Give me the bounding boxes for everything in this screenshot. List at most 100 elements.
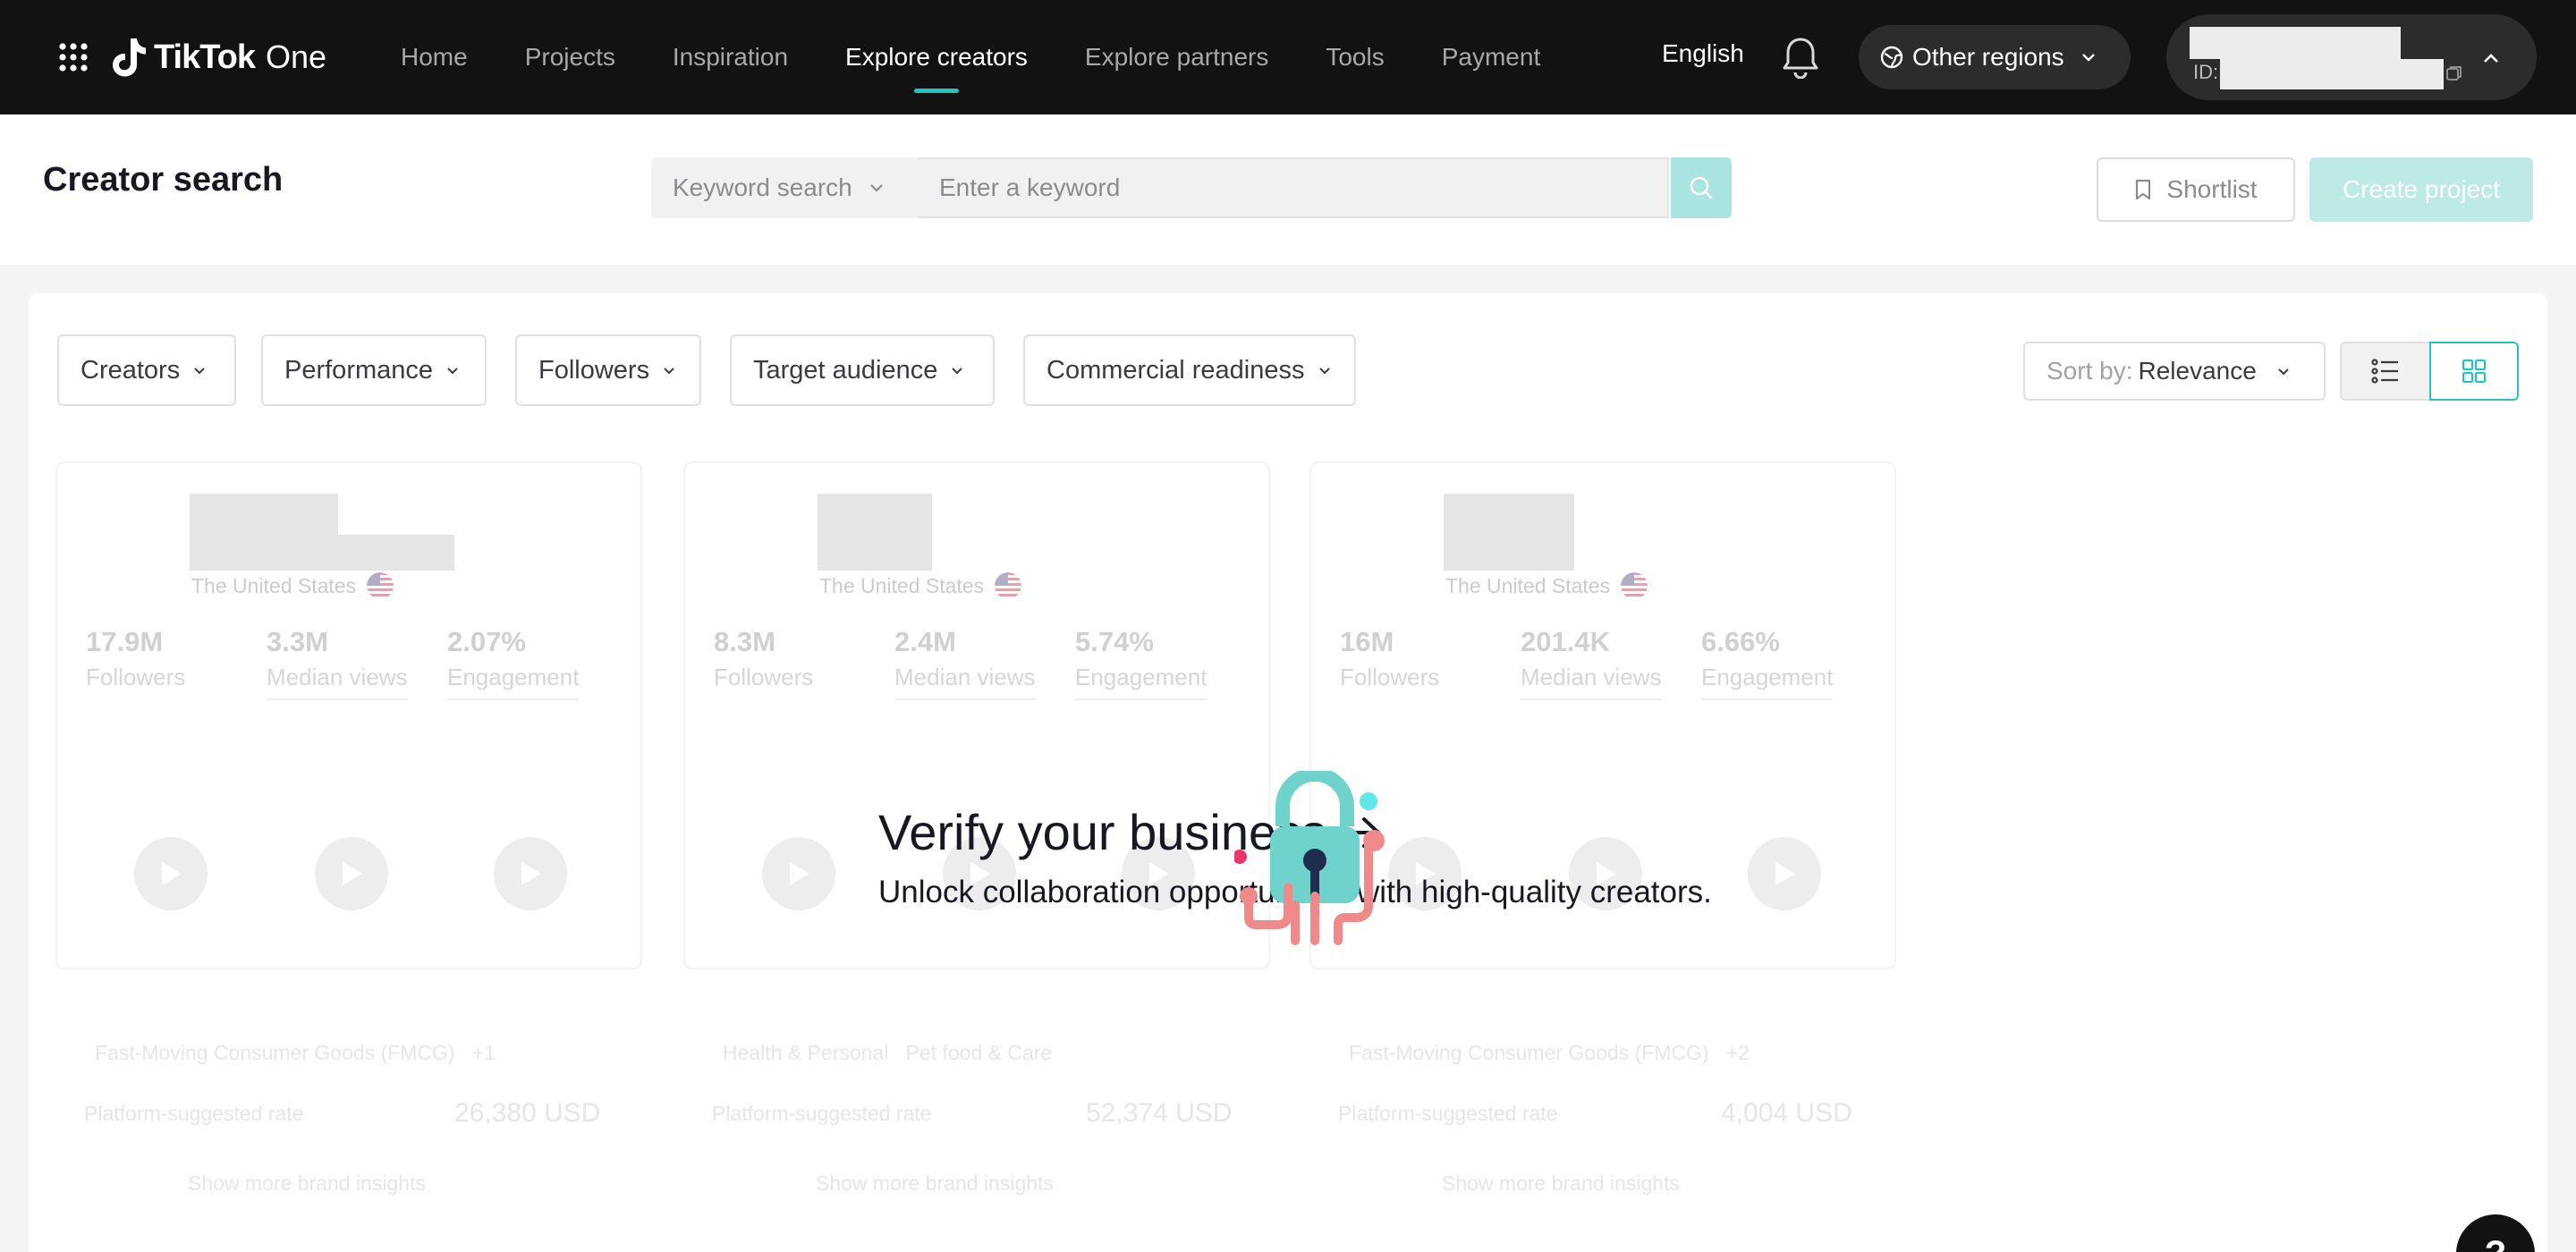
followers-value: 17.9M bbox=[86, 626, 164, 657]
notification-bell-icon[interactable] bbox=[1780, 36, 1821, 79]
country-label: The United States bbox=[191, 573, 357, 597]
category-label: Fast-Moving Consumer Goods (FMCG) bbox=[95, 1041, 455, 1064]
nav-explore-creators[interactable]: Explore creators bbox=[845, 0, 1028, 114]
play-icon bbox=[521, 862, 541, 885]
rate-label: Platform-suggested rate bbox=[1338, 1102, 1558, 1125]
underline bbox=[1701, 698, 1834, 700]
account-id-label: ID: bbox=[2193, 61, 2219, 83]
nav-projects[interactable]: Projects bbox=[525, 0, 615, 114]
followers-stat: 16M Followers bbox=[1340, 626, 1439, 691]
rate-value: 26,380 USD bbox=[454, 1098, 601, 1128]
filter-creators[interactable]: Creators bbox=[57, 334, 236, 406]
creator-country: The United States bbox=[819, 572, 1022, 599]
language-selector[interactable]: English bbox=[1662, 39, 1744, 68]
chevron-down-icon bbox=[869, 184, 883, 192]
filter-followers[interactable]: Followers bbox=[515, 334, 701, 406]
copy-icon[interactable] bbox=[2445, 64, 2463, 82]
show-insights-link[interactable]: Show more brand insights bbox=[1442, 1172, 1680, 1196]
page-header: Creator search Keyword search Shortlist … bbox=[0, 114, 2576, 265]
engagement-label: Engagement bbox=[447, 664, 580, 690]
chevron-up-icon[interactable] bbox=[2481, 48, 2501, 68]
brand-suffix: One bbox=[265, 38, 327, 75]
nav-tools[interactable]: Tools bbox=[1326, 0, 1384, 114]
median-views-stat: 201.4K Median views bbox=[1521, 626, 1662, 700]
engagement-value: 5.74% bbox=[1075, 626, 1154, 657]
rate-value: 4,004 USD bbox=[1721, 1098, 1852, 1128]
creator-card[interactable]: The United States 17.9M Followers 3.3M M… bbox=[55, 461, 642, 969]
region-selector[interactable]: Other regions bbox=[1859, 25, 2131, 89]
chevron-down-icon bbox=[194, 368, 205, 375]
nav-explore-partners[interactable]: Explore partners bbox=[1085, 0, 1268, 114]
tiktok-one-logo[interactable]: TikTok One bbox=[111, 30, 326, 84]
creator-country: The United States bbox=[191, 572, 394, 599]
video-thumbnail[interactable] bbox=[762, 837, 835, 910]
sort-dropdown[interactable]: Sort by: Relevance bbox=[2023, 342, 2326, 401]
account-menu[interactable]: ID: bbox=[2166, 14, 2537, 100]
category-extra: +2 bbox=[1725, 1041, 1750, 1064]
avatar-redacted bbox=[1444, 494, 1574, 571]
top-nav: TikTok One Home Projects Inspiration Exp… bbox=[0, 0, 2576, 114]
page-title: Creator search bbox=[43, 161, 284, 199]
nav-explore-creators-label: Explore creators bbox=[845, 43, 1028, 71]
engagement-label: Engagement bbox=[1075, 664, 1208, 690]
filter-followers-label: Followers bbox=[538, 355, 650, 385]
followers-label: Followers bbox=[714, 664, 814, 690]
video-thumbnail[interactable] bbox=[315, 837, 388, 910]
bookmark-icon bbox=[2136, 179, 2151, 200]
tiktok-note-icon bbox=[113, 38, 146, 77]
nav-home[interactable]: Home bbox=[401, 0, 468, 114]
search-type-dropdown[interactable]: Keyword search bbox=[651, 157, 918, 218]
median-views-label: Median views bbox=[1521, 664, 1662, 690]
search-input[interactable] bbox=[918, 157, 1669, 218]
filter-performance-label: Performance bbox=[284, 355, 434, 385]
list-view-icon bbox=[2371, 359, 2398, 384]
video-thumbnail[interactable] bbox=[494, 837, 567, 910]
followers-value: 8.3M bbox=[714, 626, 775, 657]
rate-value: 52,374 USD bbox=[1086, 1098, 1233, 1128]
underline bbox=[894, 698, 1036, 700]
creator-name-redacted bbox=[190, 535, 454, 571]
create-project-button[interactable]: Create project bbox=[2309, 157, 2533, 222]
account-id-redacted bbox=[2220, 59, 2444, 89]
brand-name: TikTok bbox=[154, 38, 256, 76]
nav-inspiration[interactable]: Inspiration bbox=[673, 0, 788, 114]
country-label: The United States bbox=[819, 573, 985, 597]
median-views-value: 201.4K bbox=[1521, 626, 1610, 657]
filter-commercial-readiness[interactable]: Commercial readiness bbox=[1023, 334, 1356, 406]
category-label: Health & Personal bbox=[723, 1041, 889, 1064]
median-views-stat: 2.4M Median views bbox=[894, 626, 1036, 700]
us-flag-icon bbox=[995, 572, 1022, 599]
sort-label: Sort by: bbox=[2046, 357, 2133, 385]
engagement-value: 6.66% bbox=[1701, 626, 1780, 657]
avatar-redacted bbox=[818, 494, 932, 571]
filter-performance[interactable]: Performance bbox=[261, 334, 487, 406]
search-type-label: Keyword search bbox=[673, 173, 852, 201]
chevron-down-icon bbox=[952, 368, 963, 375]
card-category: Health & Personal Pet food & Care bbox=[723, 1041, 1052, 1065]
median-views-label: Median views bbox=[267, 664, 408, 690]
video-thumbnail[interactable] bbox=[134, 837, 208, 910]
underline bbox=[267, 698, 408, 700]
us-flag-icon bbox=[1621, 572, 1648, 599]
median-views-value: 3.3M bbox=[267, 626, 328, 657]
account-name-redacted bbox=[2190, 27, 2401, 59]
followers-label: Followers bbox=[1340, 664, 1440, 690]
play-icon bbox=[343, 862, 362, 885]
show-insights-link[interactable]: Show more brand insights bbox=[816, 1172, 1054, 1196]
search-button[interactable] bbox=[1671, 157, 1732, 218]
app-grid-icon[interactable] bbox=[57, 41, 89, 73]
shortlist-label: Shortlist bbox=[2166, 175, 2258, 203]
rate-label: Platform-suggested rate bbox=[84, 1102, 304, 1125]
active-tab-indicator bbox=[913, 89, 959, 93]
padlock-illustration-icon bbox=[1234, 771, 1385, 945]
median-views-stat: 3.3M Median views bbox=[267, 626, 408, 700]
grid-view-button[interactable] bbox=[2429, 342, 2519, 401]
list-view-button[interactable] bbox=[2340, 342, 2429, 401]
nav-payment[interactable]: Payment bbox=[1442, 0, 1541, 114]
filter-target-audience[interactable]: Target audience bbox=[730, 334, 995, 406]
filter-commercial-readiness-label: Commercial readiness bbox=[1046, 355, 1305, 385]
shortlist-button[interactable]: Shortlist bbox=[2097, 157, 2295, 222]
chevron-down-icon bbox=[2081, 54, 2095, 62]
underline bbox=[447, 698, 580, 700]
show-insights-link[interactable]: Show more brand insights bbox=[188, 1172, 426, 1196]
